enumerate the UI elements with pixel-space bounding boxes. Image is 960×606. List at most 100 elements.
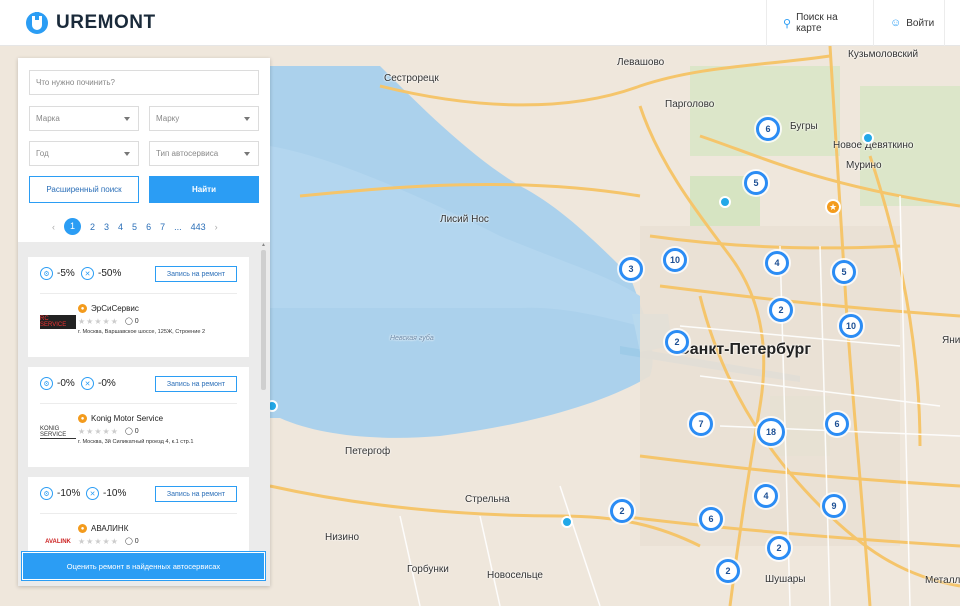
map-cluster[interactable]: 5 (832, 260, 856, 284)
page-link[interactable]: 7 (160, 222, 165, 232)
place-label: Шушары (765, 574, 806, 585)
place-label: Низино (325, 532, 360, 543)
company-name-row[interactable]: ● ЭрСиСервис (78, 304, 139, 313)
parts-discount-value: -10% (57, 488, 81, 499)
book-repair-button[interactable]: Запись на ремонт (155, 376, 237, 392)
results-list[interactable]: ▲ ⚙ -5% ✕ -50% Запись на ремонт RC SERVI… (18, 242, 270, 586)
reviews-count: ◯ 0 (125, 428, 139, 435)
badge-icon: ● (78, 414, 87, 423)
map-cluster[interactable]: 2 (665, 330, 689, 354)
company-name: ЭрСиСервис (91, 304, 139, 313)
parts-discount: ⚙ -10% (40, 487, 80, 500)
company-name: АВАЛИНК (91, 524, 129, 533)
page-ellipsis: ... (174, 221, 182, 232)
rating-stars: ★★★★★ (78, 537, 119, 546)
model-select[interactable]: Марку (149, 106, 259, 131)
place-label: Кузьмоловский (848, 49, 919, 60)
search-panel: Что нужно починить? Марка Марку Год Тип … (18, 58, 270, 586)
map-search-link[interactable]: ⚲ Поиск на карте (766, 0, 873, 46)
place-label: Стрельна (465, 494, 510, 505)
map-cluster[interactable]: 10 (663, 248, 687, 272)
book-repair-button[interactable]: Запись на ремонт (155, 486, 237, 502)
badge-icon: ● (78, 524, 87, 533)
company-logo: AVALINK (45, 539, 71, 545)
map-marker[interactable] (862, 132, 874, 144)
badge-icon: ● (78, 304, 87, 313)
page-link[interactable]: 2 (90, 222, 95, 232)
next-page-icon[interactable]: › (215, 222, 218, 232)
scroll-up-icon[interactable]: ▲ (261, 242, 266, 248)
map-cluster[interactable]: 9 (822, 494, 846, 518)
parts-discount: ⚙ -0% (40, 377, 75, 390)
company-logo: RC SERVICE (40, 315, 76, 329)
parts-discount-value: -5% (57, 268, 75, 279)
map-cluster[interactable]: 5 (744, 171, 768, 195)
wrench-icon: ✕ (86, 487, 99, 500)
parts-discount-value: -0% (57, 378, 75, 389)
map-cluster[interactable]: 3 (619, 257, 643, 281)
page-link[interactable]: 6 (146, 222, 151, 232)
place-label: Горбунки (407, 564, 449, 575)
reviews-count: ◯ 0 (125, 318, 139, 325)
place-label: Петергоф (345, 446, 391, 457)
page-link[interactable]: 5 (132, 222, 137, 232)
star-marker-icon[interactable]: ★ (825, 199, 841, 215)
brand-select[interactable]: Марка (29, 106, 139, 131)
page-link-current[interactable]: 1 (64, 218, 81, 235)
service-type-select[interactable]: Тип автосервиса (149, 141, 259, 166)
map-cluster[interactable]: 2 (716, 559, 740, 583)
find-button[interactable]: Найти (149, 176, 259, 203)
map-cluster[interactable]: 10 (839, 314, 863, 338)
query-input[interactable]: Что нужно починить? (29, 70, 259, 95)
page-link-last[interactable]: 443 (191, 222, 206, 232)
parts-discount: ⚙ -5% (40, 267, 75, 280)
evaluate-repair-button[interactable]: Оценить ремонт в найденных автосервисах (21, 551, 266, 581)
map-cluster[interactable]: 2 (767, 536, 791, 560)
company-name-row[interactable]: ● Konig Motor Service (78, 414, 163, 423)
scrollbar[interactable] (261, 250, 266, 390)
place-label: Сестрорецк (384, 73, 439, 84)
place-label: Парголово (665, 99, 715, 110)
company-name: Konig Motor Service (91, 414, 164, 423)
map-cluster[interactable]: 2 (610, 499, 634, 523)
login-label: Войти (906, 17, 935, 29)
place-label: Новое Девяткино (833, 140, 914, 151)
work-discount-value: -50% (98, 268, 122, 279)
map-cluster[interactable]: 2 (769, 298, 793, 322)
place-label: Металло (925, 575, 960, 586)
wrench-icon: ✕ (81, 267, 94, 280)
year-select[interactable]: Год (29, 141, 139, 166)
page-link[interactable]: 4 (118, 222, 123, 232)
advanced-search-button[interactable]: Расширенный поиск (29, 176, 139, 203)
map-marker[interactable] (561, 516, 573, 528)
work-discount-value: -0% (98, 378, 116, 389)
pagination: ‹ 1 2 3 4 5 6 7 ... 443 › (52, 218, 227, 235)
top-header: UREMONT ⚲ Поиск на карте ☺ Войти (0, 0, 960, 46)
work-discount-value: -10% (103, 488, 127, 499)
divider (40, 403, 237, 404)
map-cluster[interactable]: 6 (699, 507, 723, 531)
map-cluster[interactable]: 18 (757, 418, 785, 446)
prev-page-icon[interactable]: ‹ (52, 222, 55, 232)
map-marker[interactable] (719, 196, 731, 208)
logo-icon (26, 12, 48, 34)
page-link[interactable]: 3 (104, 222, 109, 232)
login-link[interactable]: ☺ Войти (873, 0, 944, 46)
service-card[interactable]: ⚙ -0% ✕ -0% Запись на ремонт KONIG SERVI… (28, 367, 249, 467)
logo[interactable]: UREMONT (26, 12, 156, 34)
book-repair-button[interactable]: Запись на ремонт (155, 266, 237, 282)
map-cluster[interactable]: 6 (825, 412, 849, 436)
work-discount: ✕ -10% (86, 487, 126, 500)
service-card[interactable]: ⚙ -5% ✕ -50% Запись на ремонт RC SERVICE… (28, 257, 249, 357)
company-name-row[interactable]: ● АВАЛИНК (78, 524, 128, 533)
map-cluster[interactable]: 6 (756, 117, 780, 141)
company-address: г. Москва, 3й Силикатный проезд 4, к.1 с… (78, 439, 194, 445)
company-address: г. Москва, Варшавское шоссе, 125Ж, Строе… (78, 329, 206, 335)
rating-stars: ★★★★★ (78, 427, 119, 436)
place-label: Невская губа (390, 335, 434, 342)
work-discount: ✕ -50% (81, 267, 121, 280)
map-cluster[interactable]: 4 (754, 484, 778, 508)
map-cluster[interactable]: 7 (689, 412, 713, 436)
map-cluster[interactable]: 4 (765, 251, 789, 275)
map-search-label: Поиск на карте (796, 12, 838, 34)
